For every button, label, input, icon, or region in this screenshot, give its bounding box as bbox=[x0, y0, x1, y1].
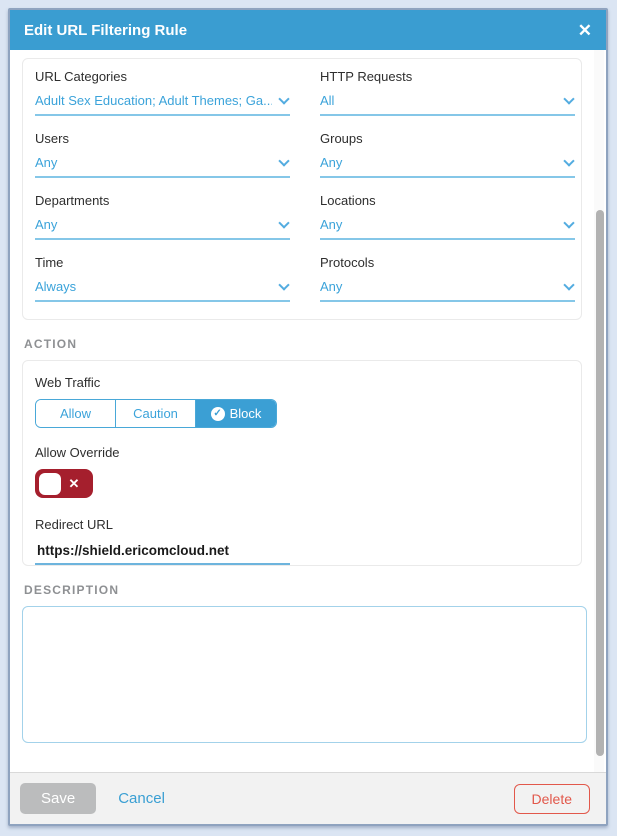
field-groups: Groups Any bbox=[320, 131, 575, 178]
field-label: Groups bbox=[320, 131, 575, 146]
toggle-knob bbox=[39, 473, 61, 495]
chevron-down-icon bbox=[563, 155, 574, 166]
field-value: Any bbox=[320, 217, 557, 232]
caution-button-label: Caution bbox=[133, 406, 178, 421]
field-url-categories: URL Categories Adult Sex Education; Adul… bbox=[35, 69, 290, 116]
url-categories-select[interactable]: Adult Sex Education; Adult Themes; Ga... bbox=[35, 93, 290, 116]
allow-override-label: Allow Override bbox=[35, 445, 567, 460]
redirect-url-input[interactable] bbox=[35, 541, 290, 565]
field-label: Departments bbox=[35, 193, 290, 208]
rule-fields-card: URL Categories Adult Sex Education; Adul… bbox=[22, 58, 582, 320]
field-http-requests: HTTP Requests All bbox=[320, 69, 575, 116]
field-value: Always bbox=[35, 279, 272, 294]
chevron-down-icon bbox=[563, 279, 574, 290]
field-value: Any bbox=[320, 279, 557, 294]
field-value: All bbox=[320, 93, 557, 108]
field-value: Adult Sex Education; Adult Themes; Ga... bbox=[35, 93, 272, 108]
field-label: Time bbox=[35, 255, 290, 270]
field-label: Locations bbox=[320, 193, 575, 208]
description-section-label: DESCRIPTION bbox=[24, 583, 582, 597]
field-label: Users bbox=[35, 131, 290, 146]
dialog-footer: Save Cancel Delete bbox=[10, 772, 606, 824]
edit-url-filtering-rule-dialog: Edit URL Filtering Rule ✕ URL Categories… bbox=[8, 8, 608, 826]
field-value: Any bbox=[320, 155, 557, 170]
allow-button-label: Allow bbox=[60, 406, 91, 421]
field-time: Time Always bbox=[35, 255, 290, 302]
allow-button[interactable]: Allow bbox=[36, 400, 116, 427]
redirect-url-row: Redirect URL bbox=[35, 517, 567, 565]
scrollbar-thumb[interactable] bbox=[596, 210, 604, 756]
dialog-title: Edit URL Filtering Rule bbox=[24, 22, 187, 39]
chevron-down-icon bbox=[563, 217, 574, 228]
protocols-select[interactable]: Any bbox=[320, 279, 575, 302]
groups-select[interactable]: Any bbox=[320, 155, 575, 178]
locations-select[interactable]: Any bbox=[320, 217, 575, 240]
allow-override-row: Allow Override ✕ bbox=[35, 445, 567, 498]
allow-override-toggle[interactable]: ✕ bbox=[35, 469, 93, 498]
field-value: Any bbox=[35, 217, 272, 232]
block-button[interactable]: ✓ Block bbox=[196, 400, 276, 427]
chevron-down-icon bbox=[278, 93, 289, 104]
dialog-header: Edit URL Filtering Rule ✕ bbox=[10, 10, 606, 50]
dialog-body: URL Categories Adult Sex Education; Adul… bbox=[10, 50, 606, 772]
field-users: Users Any bbox=[35, 131, 290, 178]
departments-select[interactable]: Any bbox=[35, 217, 290, 240]
field-label: URL Categories bbox=[35, 69, 290, 84]
http-requests-select[interactable]: All bbox=[320, 93, 575, 116]
users-select[interactable]: Any bbox=[35, 155, 290, 178]
caution-button[interactable]: Caution bbox=[116, 400, 196, 427]
check-circle-icon: ✓ bbox=[211, 407, 225, 421]
action-card: Web Traffic Allow Caution ✓ Block Allow … bbox=[22, 360, 582, 566]
field-label: HTTP Requests bbox=[320, 69, 575, 84]
chevron-down-icon bbox=[563, 93, 574, 104]
field-value: Any bbox=[35, 155, 272, 170]
action-section-label: ACTION bbox=[24, 337, 582, 351]
field-label: Protocols bbox=[320, 255, 575, 270]
field-departments: Departments Any bbox=[35, 193, 290, 240]
cancel-button[interactable]: Cancel bbox=[118, 790, 165, 807]
close-icon[interactable]: ✕ bbox=[578, 22, 592, 39]
chevron-down-icon bbox=[278, 155, 289, 166]
delete-button[interactable]: Delete bbox=[514, 784, 590, 814]
save-button[interactable]: Save bbox=[20, 783, 96, 814]
redirect-url-label: Redirect URL bbox=[35, 517, 567, 532]
web-traffic-segmented-control: Allow Caution ✓ Block bbox=[35, 399, 277, 428]
description-textarea[interactable] bbox=[22, 606, 587, 743]
web-traffic-label: Web Traffic bbox=[35, 375, 567, 390]
block-button-label: Block bbox=[230, 406, 262, 421]
toggle-off-x-icon: ✕ bbox=[61, 477, 87, 490]
field-protocols: Protocols Any bbox=[320, 255, 575, 302]
field-locations: Locations Any bbox=[320, 193, 575, 240]
chevron-down-icon bbox=[278, 279, 289, 290]
chevron-down-icon bbox=[278, 217, 289, 228]
time-select[interactable]: Always bbox=[35, 279, 290, 302]
